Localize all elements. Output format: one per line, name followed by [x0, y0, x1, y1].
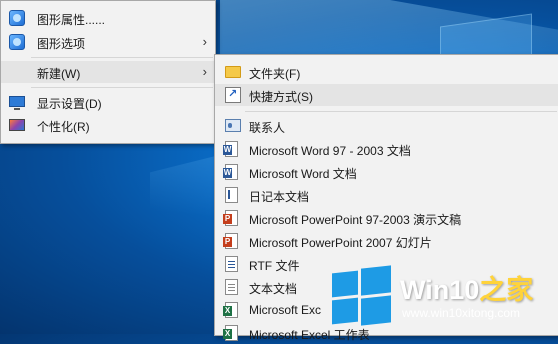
submenu-item-shortcut[interactable]: 快捷方式(S)	[215, 84, 558, 106]
menu-item-display-settings[interactable]: 显示设置(D)	[1, 91, 215, 113]
text-doc-icon	[225, 279, 238, 295]
watermark-url: www.win10xitong.com	[402, 306, 521, 320]
desktop-context-menu: 图形属性...... 图形选项 › 新建(W) › 显示设置(D) 个性化(R)	[0, 0, 216, 144]
chevron-right-icon: ›	[202, 64, 207, 79]
shortcut-icon	[225, 87, 241, 103]
personalize-icon	[9, 119, 25, 131]
menu-divider	[31, 87, 213, 88]
submenu-item-journal[interactable]: 日记本文档	[215, 184, 558, 206]
ppt-icon	[223, 210, 238, 226]
graphics-icon	[9, 10, 25, 26]
menu-item-label: 新建(W)	[37, 67, 81, 81]
site-watermark: Win10之家 www.win10xitong.com	[326, 262, 558, 334]
ppt-icon	[223, 233, 238, 249]
submenu-item-label: 快捷方式(S)	[249, 90, 313, 104]
menu-item-graphics-options[interactable]: 图形选项 ›	[1, 31, 215, 53]
display-icon	[9, 96, 25, 110]
word-doc-icon	[223, 141, 238, 157]
folder-icon	[225, 66, 241, 78]
submenu-item-ppt-2007[interactable]: Microsoft PowerPoint 2007 幻灯片	[215, 230, 558, 252]
menu-item-personalize[interactable]: 个性化(R)	[1, 114, 215, 136]
menu-item-label: 显示设置(D)	[37, 97, 102, 111]
submenu-item-label: Microsoft Exc	[249, 303, 322, 317]
menu-item-label: 图形属性......	[37, 13, 106, 27]
submenu-item-label: Microsoft PowerPoint 97-2003 演示文稿	[249, 213, 462, 227]
submenu-item-folder[interactable]: 文件夹(F)	[215, 61, 558, 83]
submenu-item-label: 文本文档	[249, 282, 298, 296]
chevron-right-icon: ›	[202, 34, 207, 49]
windows-logo-icon	[332, 265, 392, 326]
submenu-item-contact[interactable]: 联系人	[215, 115, 558, 137]
menu-item-label: 个性化(R)	[37, 120, 90, 134]
submenu-item-label: RTF 文件	[249, 259, 300, 273]
submenu-item-word[interactable]: Microsoft Word 文档	[215, 161, 558, 183]
excel-icon	[223, 325, 238, 341]
submenu-item-label: 联系人	[249, 121, 286, 135]
watermark-title: Win10之家	[400, 268, 533, 307]
submenu-item-label: Microsoft Word 97 - 2003 文档	[249, 144, 411, 158]
menu-divider	[31, 57, 213, 58]
menu-item-graphics-properties[interactable]: 图形属性......	[1, 7, 215, 29]
watermark-title-main: Win10	[400, 275, 480, 305]
submenu-item-label: Microsoft Word 文档	[249, 167, 357, 181]
watermark-title-accent: 之家	[479, 275, 534, 305]
word-doc-icon	[223, 164, 238, 180]
excel-icon	[223, 302, 238, 318]
menu-item-label: 图形选项	[37, 37, 86, 51]
submenu-item-label: 文件夹(F)	[249, 67, 301, 81]
menu-divider	[245, 111, 557, 112]
contact-icon	[225, 119, 241, 132]
journal-icon	[225, 187, 238, 203]
submenu-item-label: 日记本文档	[249, 190, 310, 204]
rtf-icon	[225, 256, 238, 272]
submenu-item-label: Microsoft PowerPoint 2007 幻灯片	[249, 236, 432, 250]
submenu-item-word-97-2003[interactable]: Microsoft Word 97 - 2003 文档	[215, 138, 558, 160]
submenu-item-ppt-97-2003[interactable]: Microsoft PowerPoint 97-2003 演示文稿	[215, 207, 558, 229]
menu-item-new[interactable]: 新建(W) ›	[1, 61, 215, 83]
graphics-icon	[9, 34, 25, 50]
